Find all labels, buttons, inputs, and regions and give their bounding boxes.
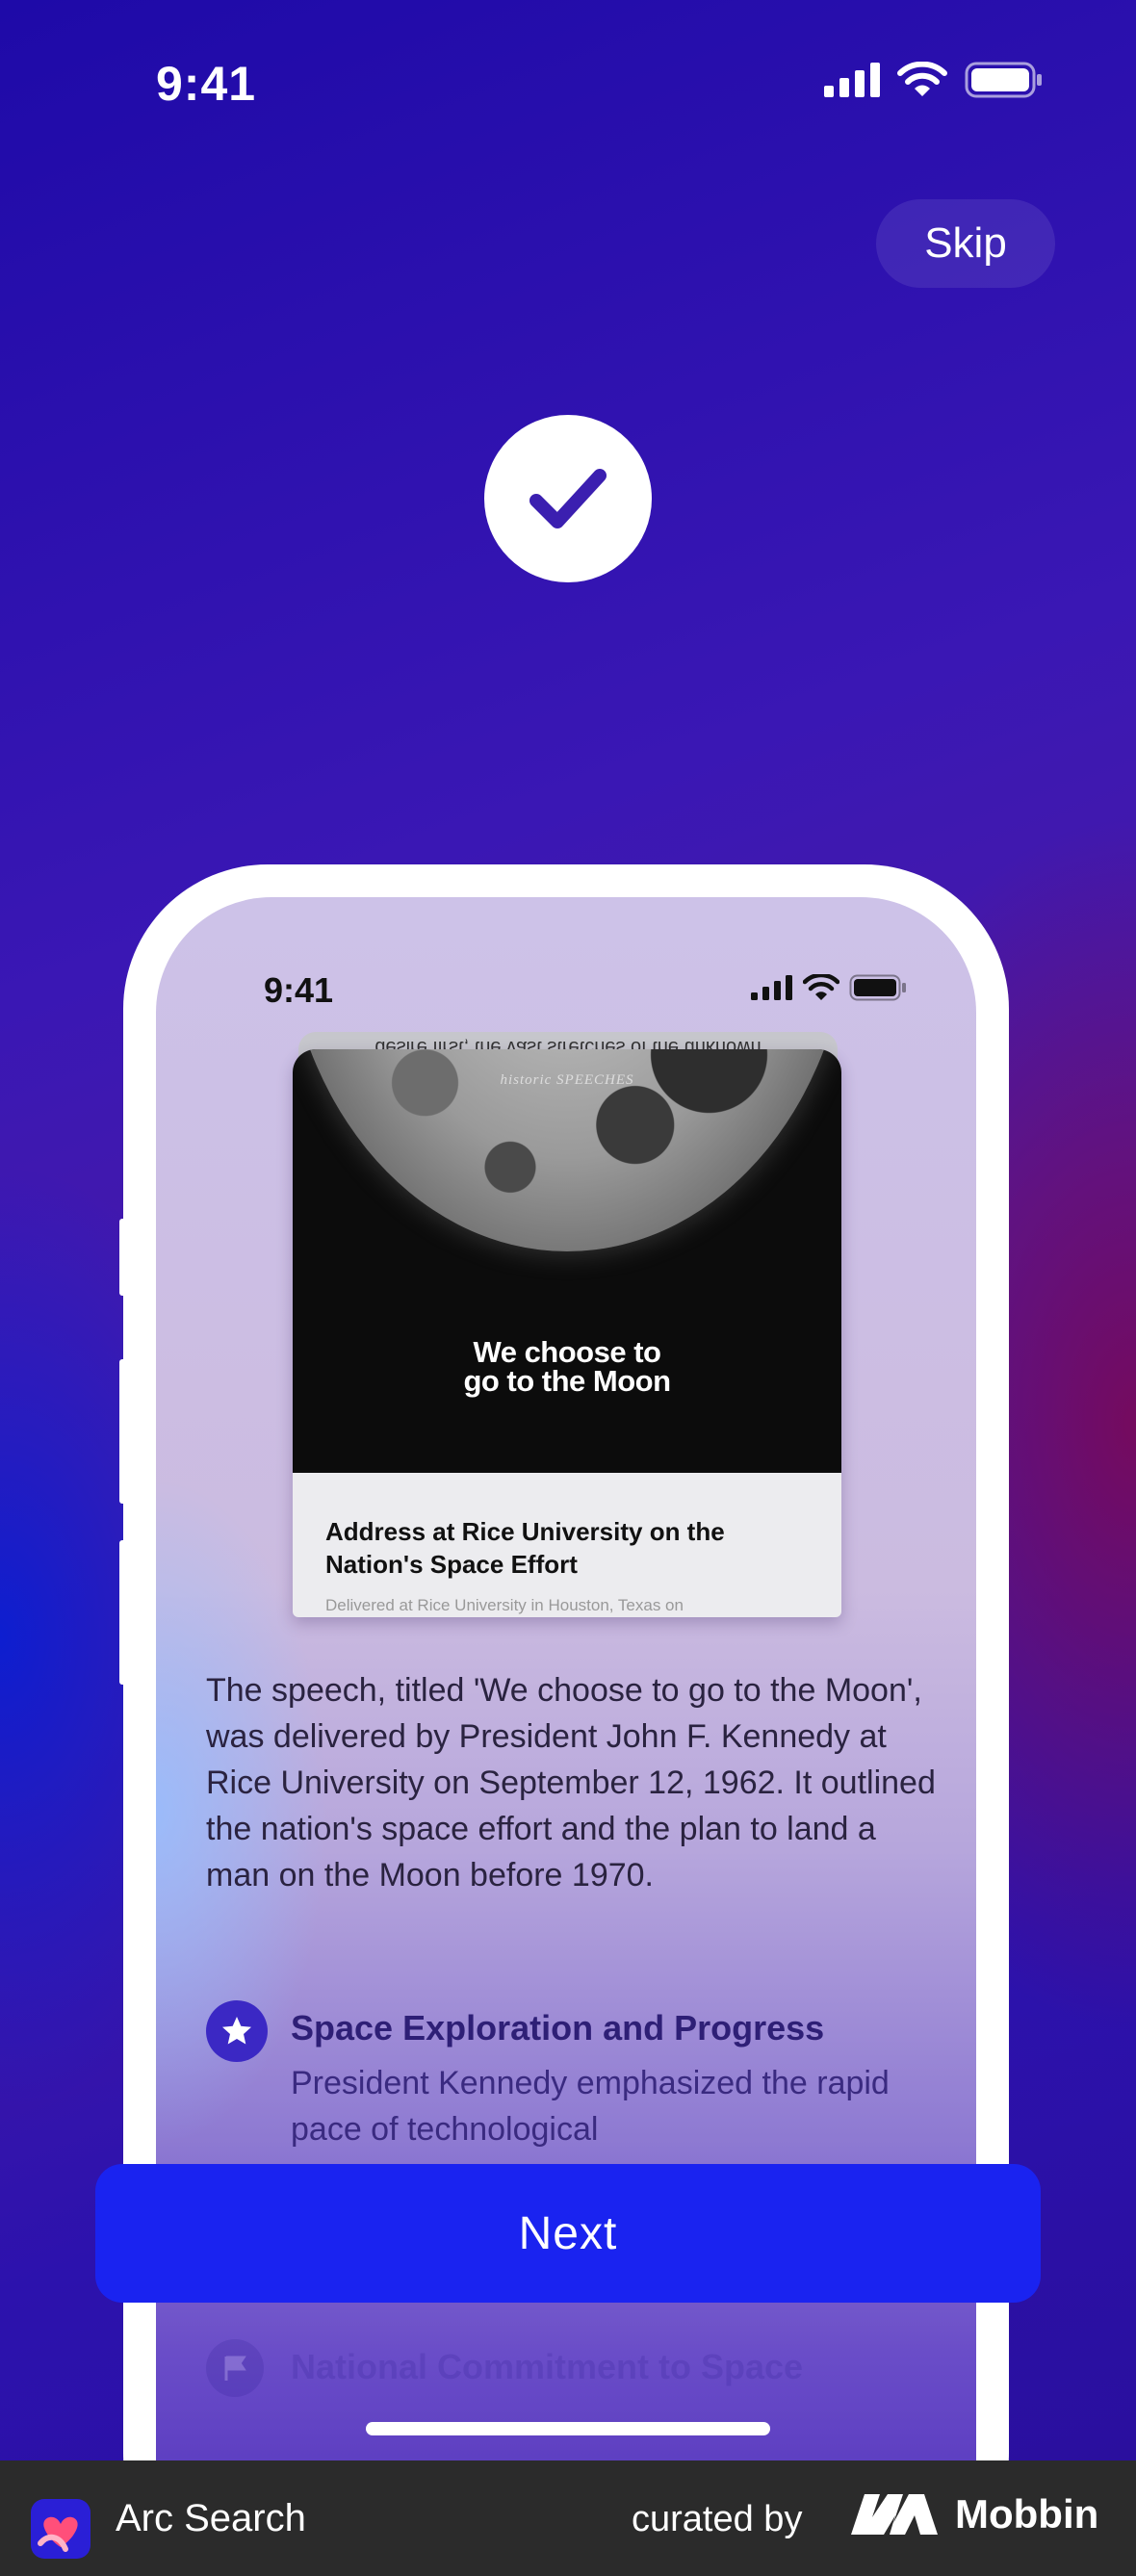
footer-bar: Arc Search curated by Mobbin [0,2460,1136,2576]
signal-icon [751,975,792,1000]
mobbin-brand-name: Mobbin [955,2491,1099,2537]
status-time: 9:41 [156,57,257,111]
mobbin-brand: Mobbin [851,2491,1098,2537]
headline-line: We choose to [473,1335,661,1369]
speech-card[interactable]: historic SPEECHES We choose to go to the… [293,1049,841,1617]
wifi-icon [897,62,947,96]
footer-curated-by: curated by [632,2499,803,2539]
flag-icon [206,2339,264,2397]
moon-image: historic SPEECHES We choose to go to the… [293,1049,841,1473]
speech-summary: The speech, titled 'We choose to go to t… [206,1672,936,1893]
status-bar: 9:41 [0,0,1136,173]
battery-icon [965,62,1042,98]
feature-description: President Kennedy emphasized the rapid p… [291,2065,890,2148]
arc-search-logo [31,2499,90,2559]
card-headline: We choose to go to the Moon [293,1335,841,1398]
card-brand: historic SPEECHES [500,1072,634,1088]
background: 9:41 Skip 9:41 desire first, the vast st… [0,0,1136,2460]
skip-button[interactable]: Skip [876,199,1055,288]
battery-icon [849,974,906,1001]
phone-status-icons [751,974,907,1001]
feature-title: National Commitment to Space [291,2347,804,2386]
card-subtitle: Delivered at Rice University in Houston,… [325,1596,684,1614]
headline-line: go to the Moon [463,1364,671,1398]
home-indicator [366,2422,770,2435]
feature-title: Space Exploration and Progress [291,2008,825,2048]
phone-status-time: 9:41 [264,970,334,1010]
checkmark-icon [484,415,652,582]
wifi-icon [803,974,839,1000]
mobbin-logo-icon [851,2494,938,2535]
card-title: Address at Rice University on the Nation… [325,1517,725,1579]
signal-icon [824,63,880,97]
footer-app-name: Arc Search [116,2497,306,2539]
status-icons [824,62,1044,98]
star-icon [206,2000,268,2062]
next-button[interactable]: Next [95,2164,1041,2303]
